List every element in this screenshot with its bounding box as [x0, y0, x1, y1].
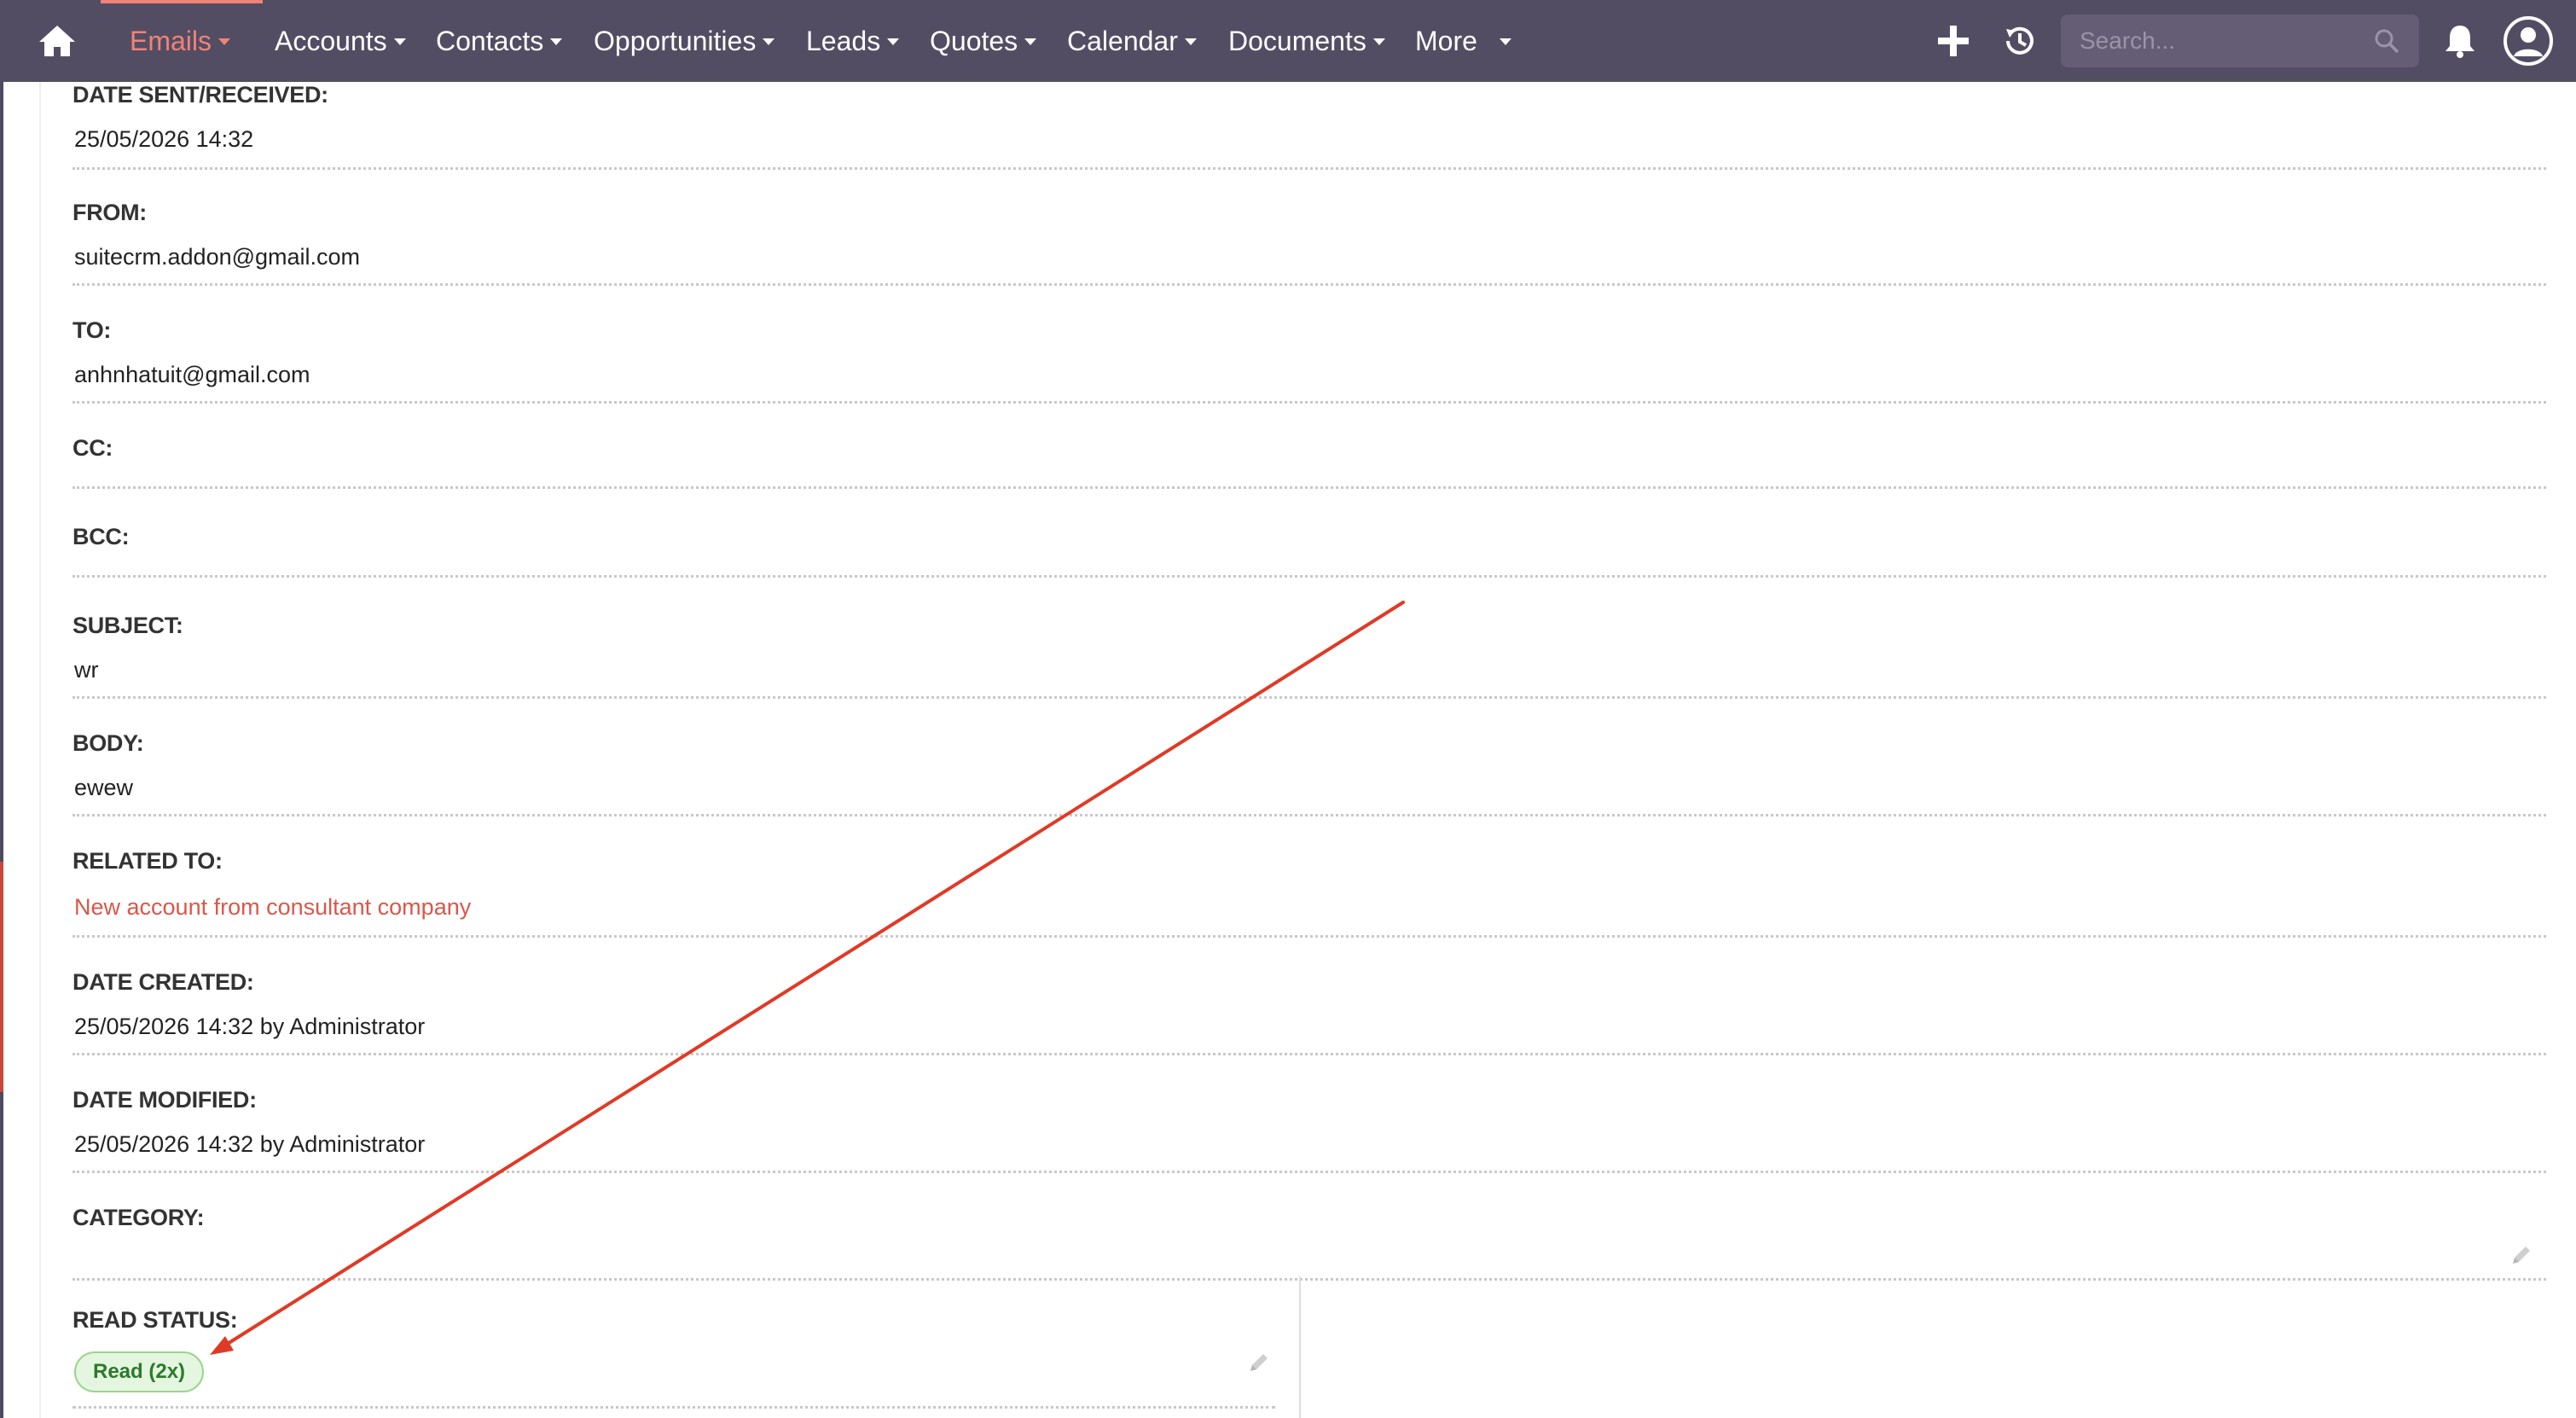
- field-value: suitecrm.addon@gmail.com: [74, 244, 361, 270]
- global-search: [2061, 15, 2419, 67]
- field-value: anhnhatuit@gmail.com: [74, 362, 310, 387]
- edit-pencil-icon[interactable]: [2509, 1242, 2534, 1268]
- caret-down-icon: [763, 38, 775, 45]
- field-category: CATEGORY:: [73, 1205, 2546, 1281]
- field-label: FROM:: [73, 200, 147, 225]
- caret-down-icon: [1499, 38, 1511, 45]
- related-record-link[interactable]: New account from consultant company: [74, 894, 471, 921]
- email-detail-view: DATE SENT/RECEIVED: 25/05/2026 14:32 FRO…: [73, 82, 2546, 1418]
- field-cc: CC:: [73, 435, 2546, 489]
- menu-item-label: Leads: [806, 26, 881, 56]
- menu-item-label: Accounts: [275, 26, 387, 56]
- field-label: DATE MODIFIED:: [73, 1087, 257, 1113]
- column-divider: [1299, 1276, 1301, 1418]
- field-value: 25/05/2026 14:32 by Administrator: [74, 1014, 426, 1039]
- menu-item-more[interactable]: More: [1415, 0, 1511, 82]
- menu-item-label: Emails: [130, 26, 212, 56]
- menu-item-documents[interactable]: Documents: [1228, 0, 1385, 82]
- caret-down-icon: [1372, 38, 1385, 45]
- field-body: BODY: ewew: [73, 730, 2546, 817]
- field-label: SUBJECT:: [73, 613, 183, 638]
- search-icon[interactable]: [2373, 27, 2400, 55]
- field-label: CATEGORY:: [73, 1205, 205, 1230]
- field-value: 25/05/2026 14:32 by Administrator: [74, 1131, 426, 1157]
- field-label: TO:: [73, 317, 112, 343]
- menu-item-emails[interactable]: Emails: [130, 0, 231, 82]
- field-label: DATE SENT/RECEIVED:: [73, 82, 328, 108]
- field-label: BCC:: [73, 524, 130, 549]
- field-subject: SUBJECT: wr: [73, 613, 2546, 699]
- menu-item-accounts[interactable]: Accounts: [275, 0, 406, 82]
- caret-down-icon: [1184, 38, 1197, 45]
- menu-item-label: Contacts: [436, 26, 544, 56]
- edit-pencil-icon[interactable]: [1246, 1350, 1272, 1375]
- main-menu: Emails Accounts Contacts Opportunities L…: [0, 0, 1552, 82]
- user-avatar-icon[interactable]: [2503, 15, 2554, 67]
- field-to: TO: anhnhatuit@gmail.com: [73, 317, 2546, 404]
- bell-icon[interactable]: [2440, 20, 2480, 61]
- history-icon[interactable]: [1999, 20, 2040, 61]
- field-related-to: RELATED TO: New account from consultant …: [73, 848, 2546, 938]
- menu-item-label: Opportunities: [594, 26, 757, 56]
- caret-down-icon: [1024, 38, 1037, 45]
- search-input[interactable]: [2080, 15, 2361, 67]
- plus-icon[interactable]: [1933, 20, 1974, 61]
- caret-down-icon: [218, 38, 231, 45]
- field-label: CC:: [73, 435, 113, 461]
- menu-item-label: More: [1415, 26, 1477, 56]
- field-read-status: READ STATUS: Read (2x): [73, 1276, 1275, 1409]
- menu-item-contacts[interactable]: Contacts: [436, 0, 563, 82]
- field-date-modified: DATE MODIFIED: 25/05/2026 14:32 by Admin…: [73, 1087, 2546, 1173]
- menu-item-quotes[interactable]: Quotes: [930, 0, 1037, 82]
- menu-item-leads[interactable]: Leads: [806, 0, 900, 82]
- field-label: RELATED TO:: [73, 848, 223, 874]
- read-status-badge: Read (2x): [74, 1351, 205, 1392]
- caret-down-icon: [550, 38, 563, 45]
- page-left-edge: [0, 82, 3, 1418]
- field-label: BODY:: [73, 730, 144, 756]
- field-value: 25/05/2026 14:32: [74, 126, 254, 152]
- menu-item-calendar[interactable]: Calendar: [1067, 0, 1197, 82]
- menu-item-opportunities[interactable]: Opportunities: [594, 0, 775, 82]
- field-date-created: DATE CREATED: 25/05/2026 14:32 by Admini…: [73, 969, 2546, 1055]
- field-label: DATE CREATED:: [73, 969, 254, 995]
- field-date-sent-received: DATE SENT/RECEIVED: 25/05/2026 14:32: [73, 82, 2546, 170]
- menu-item-label: Calendar: [1067, 26, 1178, 56]
- page-left-edge-accent: [0, 862, 3, 1092]
- field-from: FROM: suitecrm.addon@gmail.com: [73, 200, 2546, 286]
- menu-item-label: Quotes: [930, 26, 1018, 56]
- menu-item-label: Documents: [1228, 26, 1366, 56]
- field-value: ewew: [74, 775, 134, 800]
- caret-down-icon: [393, 38, 406, 45]
- top-navigation-bar: Emails Accounts Contacts Opportunities L…: [0, 0, 2576, 82]
- field-label: READ STATUS:: [73, 1307, 238, 1333]
- field-value: wr: [74, 657, 99, 683]
- field-bcc: BCC:: [73, 524, 2546, 578]
- caret-down-icon: [887, 38, 900, 45]
